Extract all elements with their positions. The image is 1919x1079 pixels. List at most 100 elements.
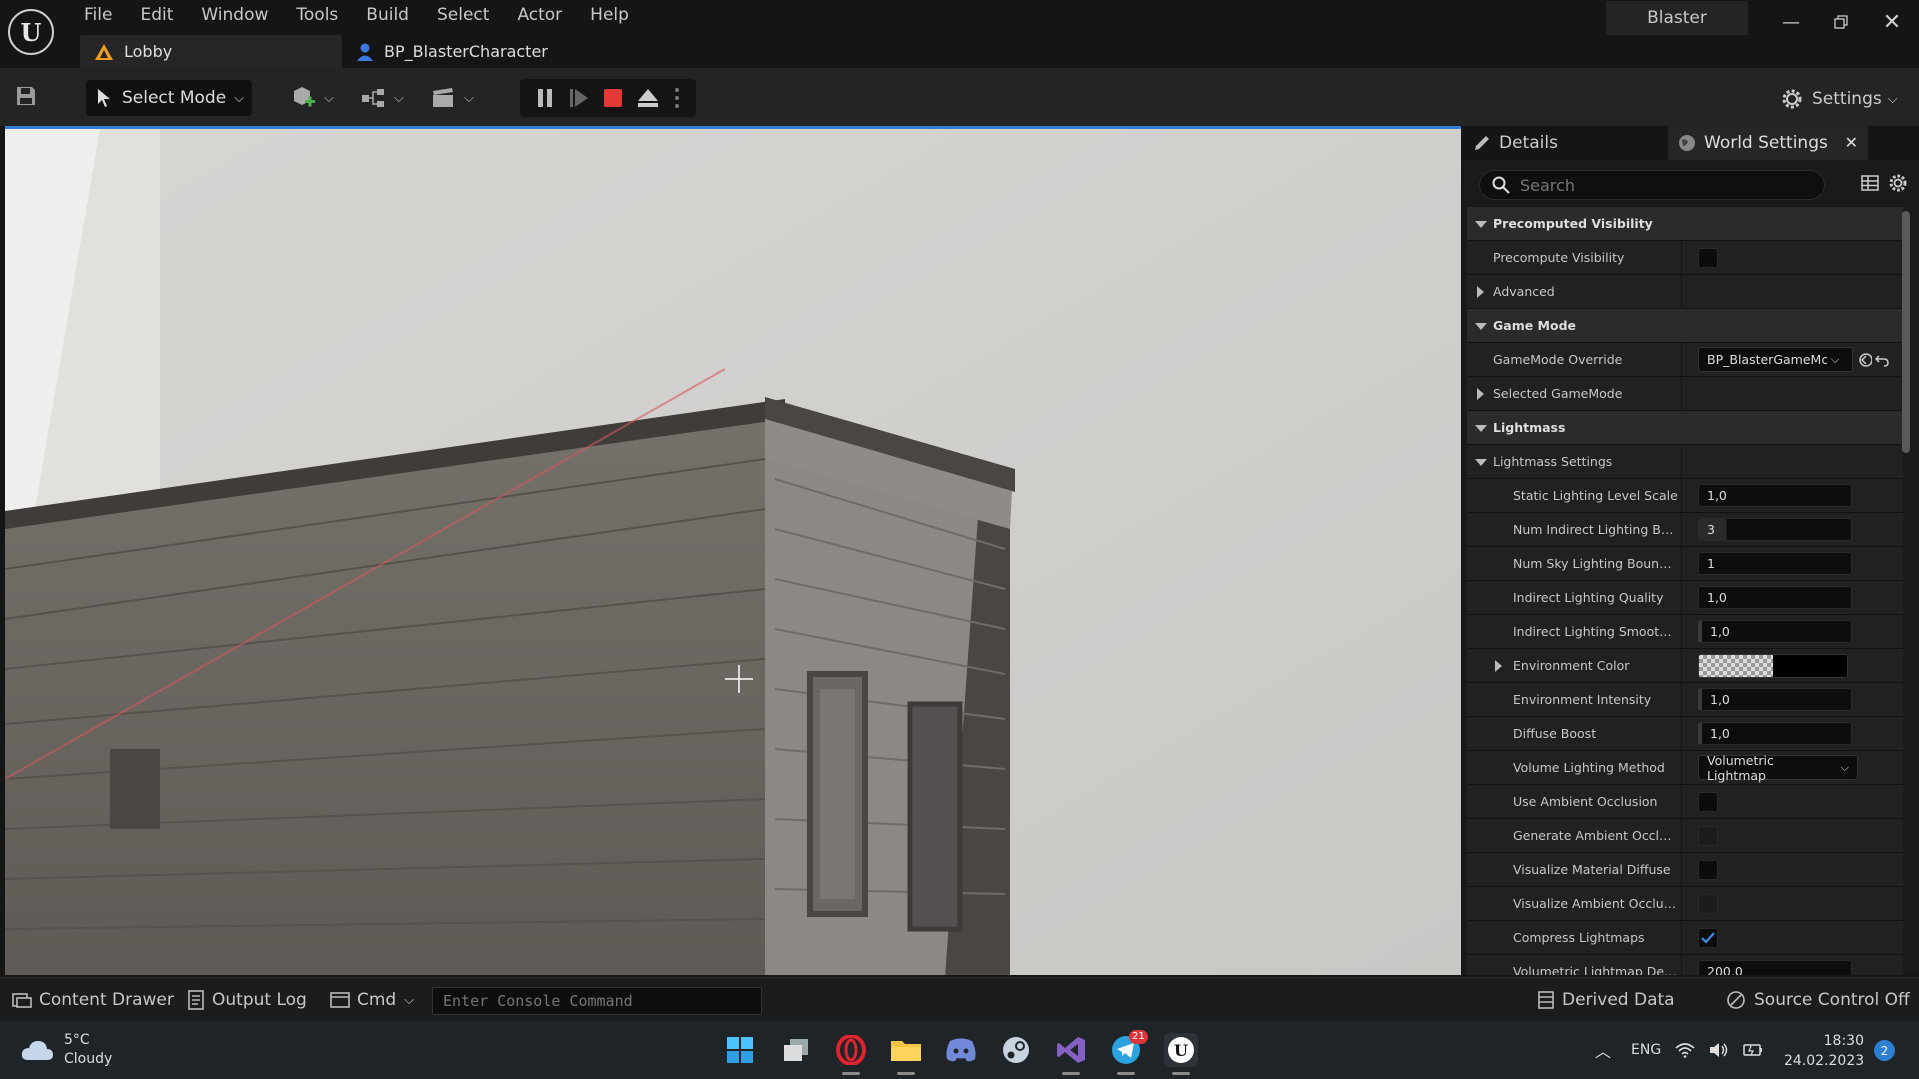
menu-select[interactable]: Select (423, 0, 503, 30)
clock[interactable]: 18:30 24.02.2023 (1784, 1031, 1864, 1071)
add-actor-button[interactable]: ⌵ (290, 82, 334, 114)
volume-icon[interactable] (1709, 1042, 1729, 1058)
gamemode-override-dropdown[interactable]: BP_BlasterGameMc ⌵ (1698, 347, 1853, 372)
console-input[interactable] (433, 988, 761, 1014)
row-lightmass-settings[interactable]: Lightmass Settings (1467, 445, 1903, 479)
settings-gear-icon[interactable] (1888, 173, 1908, 193)
blueprint-button[interactable]: ⌵ (360, 82, 404, 114)
blueprint-graph-icon (362, 89, 384, 107)
discord-icon[interactable] (944, 1033, 978, 1067)
property-label: Use Ambient Occlusion (1513, 794, 1658, 809)
level-icon (95, 43, 113, 60)
row-advanced[interactable]: Advanced (1467, 275, 1903, 309)
language-indicator[interactable]: ENG (1631, 1042, 1661, 1058)
source-control-off-icon (1727, 991, 1745, 1009)
content-drawer-button[interactable]: Content Drawer (12, 978, 174, 1022)
select-mode-dropdown[interactable]: Select Mode ⌵ (86, 80, 252, 116)
indirect-quality-field[interactable]: 1,0 (1698, 586, 1852, 609)
output-log-button[interactable]: Output Log (188, 978, 307, 1022)
weather-widget[interactable]: 5°C Cloudy (20, 1031, 112, 1069)
stop-icon[interactable] (603, 89, 622, 107)
row-selected-gamemode[interactable]: Selected GameMode (1467, 377, 1903, 411)
unreal-engine-taskbar-icon[interactable]: U (1164, 1033, 1198, 1075)
step-frame-icon[interactable] (569, 88, 589, 108)
save-icon[interactable] (14, 84, 50, 112)
chevron-up-icon[interactable]: ︿ (1595, 1038, 1611, 1062)
static-lighting-level-scale-field[interactable]: 1,0 (1698, 484, 1852, 507)
volume-lighting-method-dropdown[interactable]: Volumetric Lightmap ⌵ (1698, 753, 1858, 783)
tab-world-settings[interactable]: World Settings ✕ (1668, 126, 1868, 160)
use-ambient-occlusion-checkbox[interactable] (1698, 791, 1718, 812)
menu-tools[interactable]: Tools (282, 0, 352, 30)
source-control-button[interactable]: Source Control Off (1726, 978, 1910, 1022)
precompute-visibility-checkbox[interactable] (1698, 247, 1718, 268)
battery-icon[interactable] (1743, 1043, 1763, 1057)
windows-start-icon[interactable] (723, 1033, 757, 1067)
derived-data-icon (1538, 991, 1554, 1009)
num-sky-bounces-field[interactable]: 1 (1698, 552, 1852, 575)
expand-arrow-icon (1475, 425, 1487, 432)
environment-color-swatch[interactable] (1698, 653, 1848, 678)
settings-button[interactable]: Settings ⌵ (1780, 84, 1898, 114)
expand-arrow-icon (1475, 221, 1487, 228)
tab-lobby[interactable]: Lobby (80, 35, 342, 68)
expand-arrow-icon[interactable] (1495, 660, 1502, 672)
tab-details[interactable]: Details (1463, 126, 1663, 160)
environment-intensity-field[interactable]: 1,0 (1698, 688, 1852, 711)
indirect-smoothness-field[interactable]: 1,0 (1698, 620, 1852, 643)
property-label: Visualize Material Diffuse (1513, 862, 1671, 877)
chevron-down-icon: ⌵ (464, 90, 474, 106)
cmd-dropdown[interactable]: Cmd ⌵ (330, 978, 414, 1022)
menu-help[interactable]: Help (576, 0, 643, 30)
minimize-icon[interactable]: — (1771, 8, 1811, 36)
file-explorer-icon[interactable] (889, 1033, 923, 1075)
add-actor-icon (294, 87, 315, 107)
row-diffuse-boost: Diffuse Boost 1,0 (1467, 717, 1903, 751)
close-icon[interactable]: ✕ (1872, 8, 1912, 36)
menu-build[interactable]: Build (352, 0, 423, 30)
visualize-ambient-occlusion-checkbox[interactable] (1698, 893, 1718, 914)
generate-ambient-occlusion-checkbox[interactable] (1698, 825, 1718, 846)
category-precomputed-visibility[interactable]: Precomputed Visibility (1467, 207, 1903, 241)
more-options-icon[interactable] (674, 87, 680, 109)
compress-lightmaps-checkbox[interactable] (1698, 927, 1718, 948)
console-command-box[interactable] (432, 987, 762, 1015)
opera-icon[interactable] (834, 1033, 868, 1075)
eject-icon[interactable] (637, 88, 659, 108)
visual-studio-icon[interactable] (1054, 1033, 1088, 1075)
details-scrollbar[interactable] (1902, 211, 1910, 453)
steam-icon[interactable] (999, 1033, 1033, 1067)
browse-icon[interactable] (1858, 352, 1872, 368)
reset-arrow-icon[interactable] (1875, 353, 1889, 367)
volumetric-lightmap-detail-field[interactable]: 200,0 (1698, 960, 1852, 975)
row-volumetric-lightmap-detail: Volumetric Lightmap Detail... 200,0 (1467, 955, 1903, 975)
telegram-badge: 21 (1129, 1030, 1148, 1044)
tab-bp-blastercharacter[interactable]: BP_BlasterCharacter (350, 35, 610, 68)
search-input[interactable] (1520, 175, 1820, 195)
menu-edit[interactable]: Edit (126, 0, 187, 30)
diffuse-boost-field[interactable]: 1,0 (1698, 722, 1852, 745)
task-view-icon[interactable] (779, 1033, 813, 1067)
weather-label: Cloudy (64, 1051, 113, 1067)
wifi-icon[interactable] (1675, 1042, 1695, 1058)
menu-window[interactable]: Window (187, 0, 282, 30)
menu-actor[interactable]: Actor (503, 0, 576, 30)
details-panel: Details World Settings ✕ Precomputed Vis… (1463, 126, 1919, 975)
pause-icon[interactable] (536, 88, 554, 108)
notification-badge[interactable]: 2 (1874, 1040, 1895, 1061)
restore-icon[interactable] (1821, 8, 1861, 36)
level-viewport[interactable] (5, 126, 1461, 975)
menu-file[interactable]: File (70, 0, 126, 30)
visualize-material-diffuse-checkbox[interactable] (1698, 859, 1718, 880)
close-tab-icon[interactable]: ✕ (1845, 133, 1858, 152)
category-lightmass[interactable]: Lightmass (1467, 411, 1903, 445)
derived-data-button[interactable]: Derived Data (1538, 978, 1675, 1022)
telegram-icon[interactable]: 21 (1109, 1030, 1148, 1075)
details-search[interactable] (1479, 170, 1825, 200)
cinematics-button[interactable]: ⌵ (430, 82, 474, 114)
unreal-logo-icon[interactable]: U (8, 9, 54, 55)
table-view-icon[interactable] (1861, 174, 1879, 192)
blueprint-character-icon (357, 43, 373, 61)
num-indirect-bounces-field[interactable]: 3 (1698, 518, 1852, 541)
category-game-mode[interactable]: Game Mode (1467, 309, 1903, 343)
